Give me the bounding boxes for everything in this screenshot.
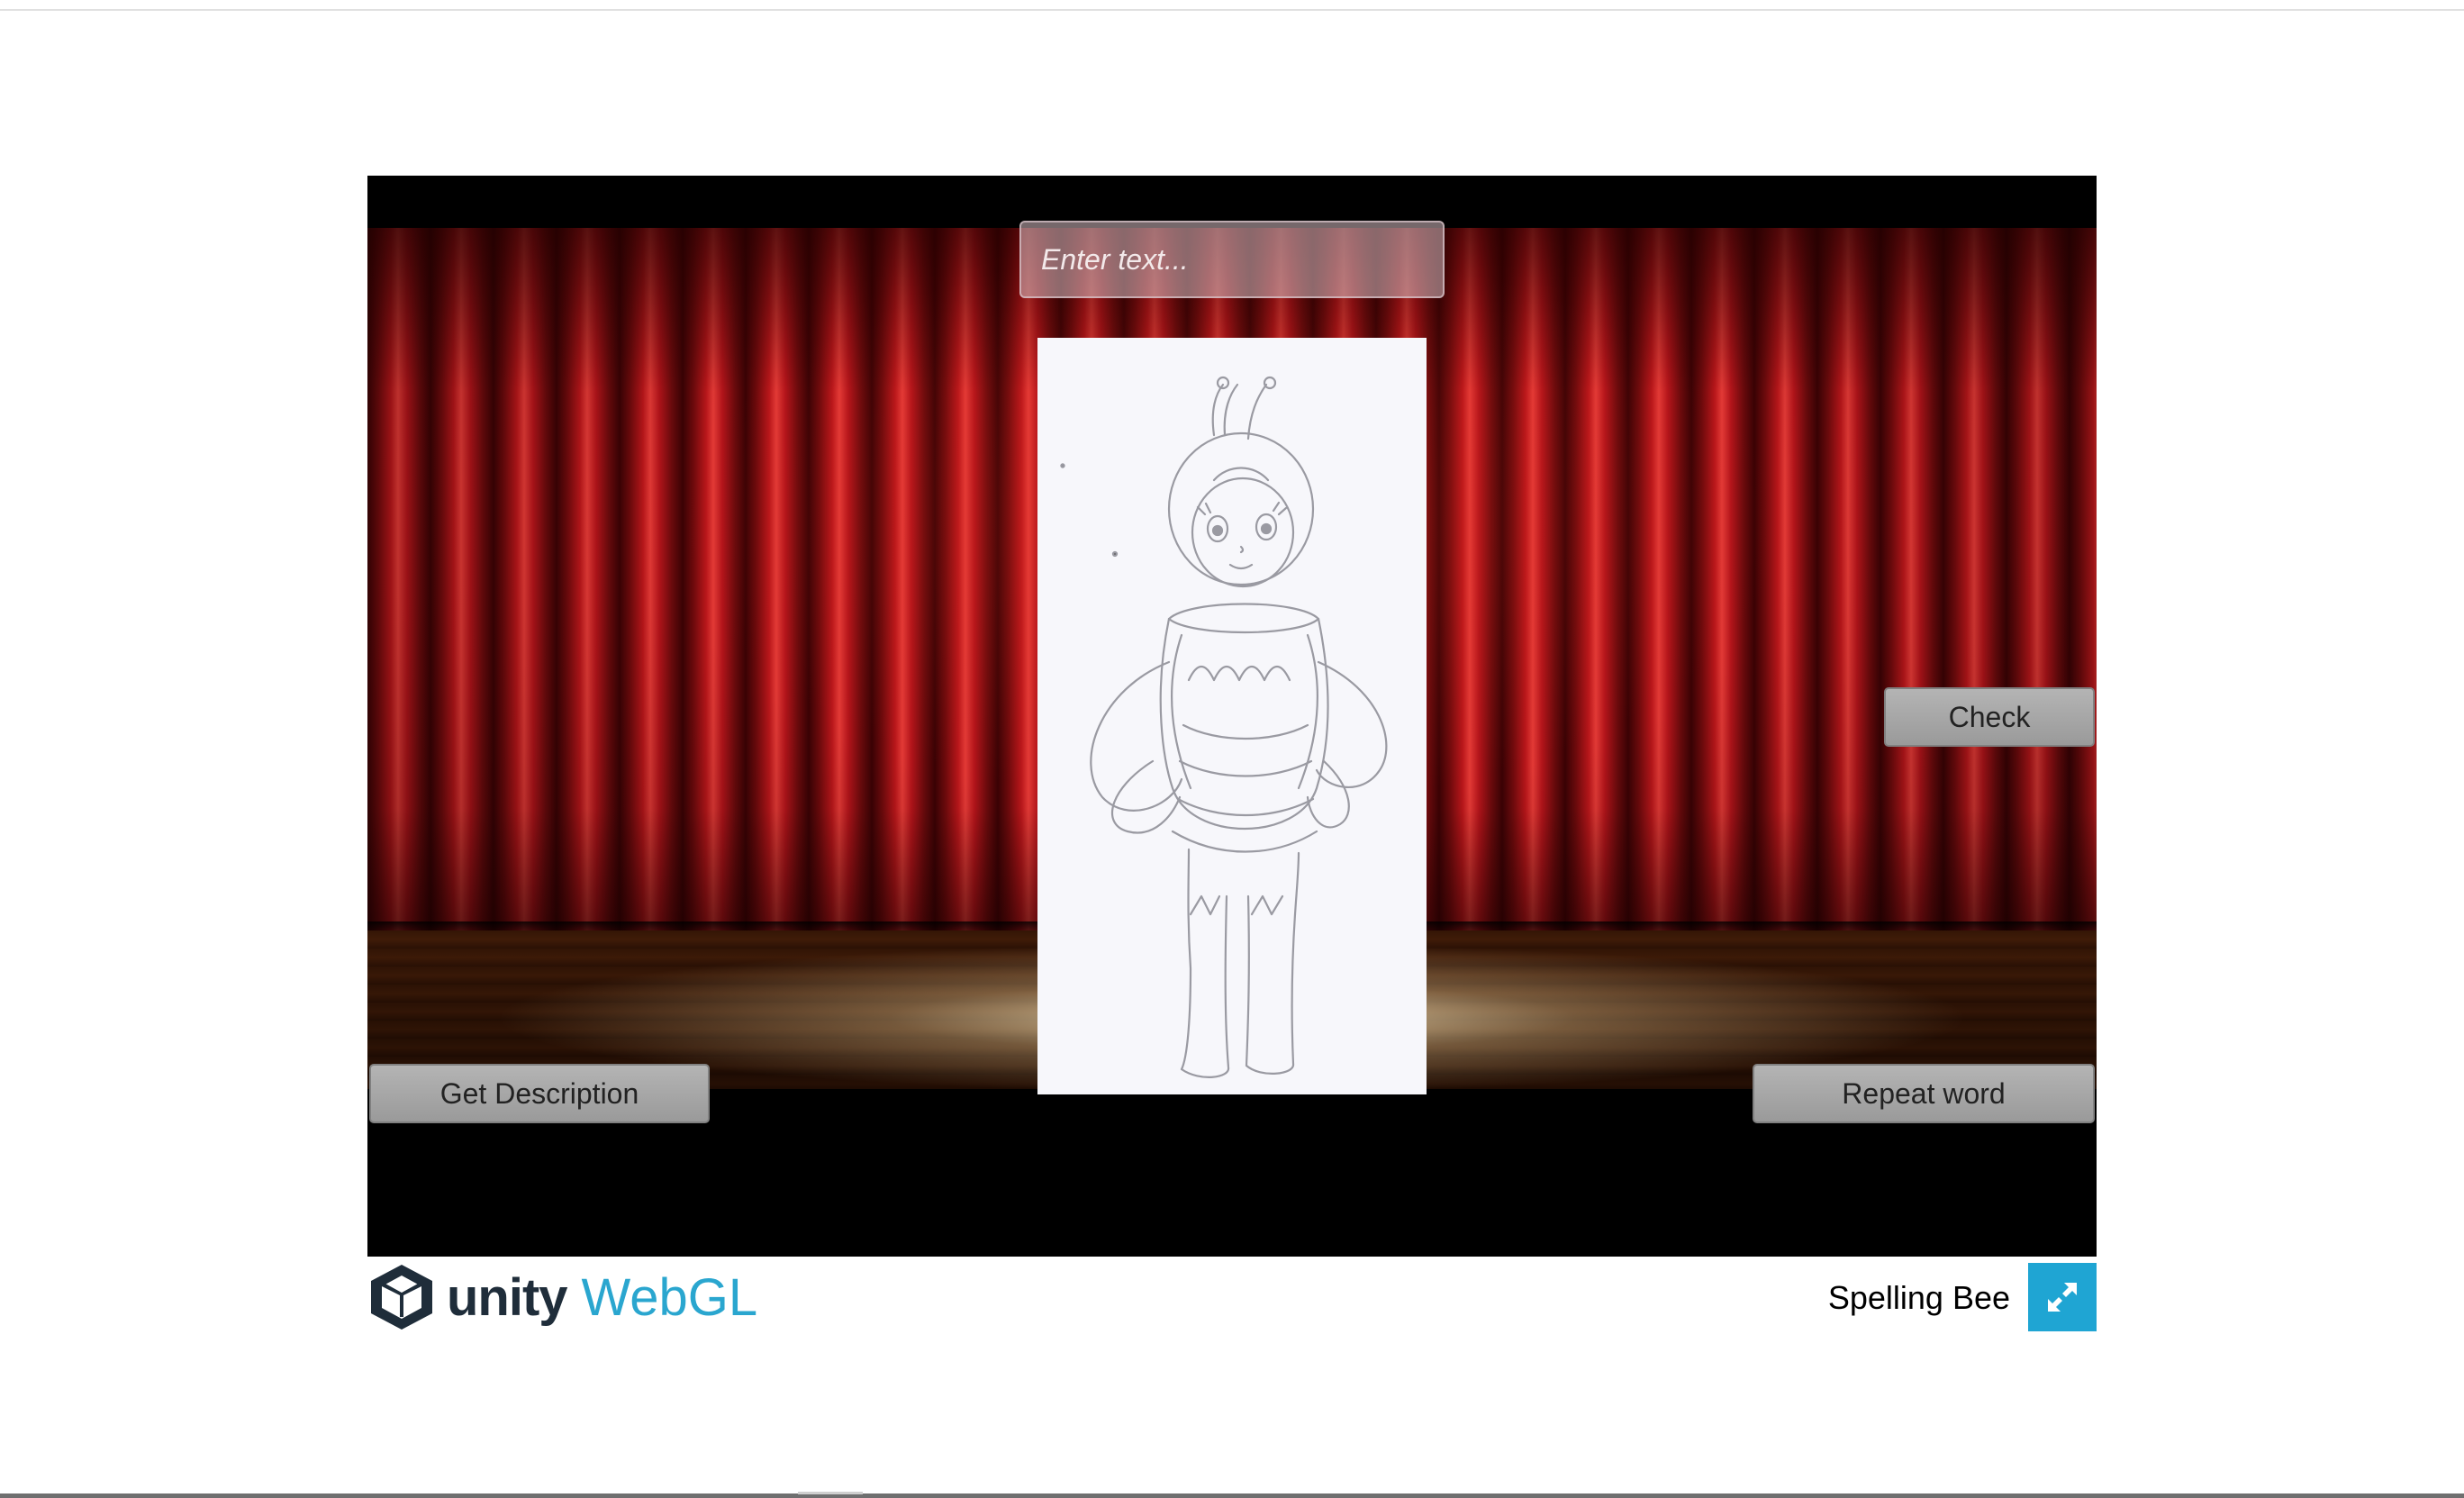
webgl-wordmark: WebGL: [581, 1267, 758, 1327]
bottom-divider-mark: [798, 1492, 863, 1494]
bee-sketch-image: [1060, 376, 1388, 1078]
answer-text-input[interactable]: [1019, 221, 1445, 298]
unity-cube-icon: [371, 1265, 432, 1330]
get-description-button[interactable]: Get Description: [369, 1064, 710, 1123]
build-title: Spelling Bee: [1827, 1279, 2010, 1316]
fullscreen-button[interactable]: [2028, 1263, 2097, 1331]
expand-icon: [2048, 1283, 2077, 1312]
webgl-footer: unity WebGL Spelling Bee: [367, 1261, 2097, 1333]
repeat-word-button[interactable]: Repeat word: [1753, 1064, 2095, 1123]
unity-wordmark: unity: [447, 1267, 568, 1327]
top-divider: [0, 9, 2464, 11]
bottom-divider: [0, 1493, 2464, 1498]
unity-canvas[interactable]: Check Get Description Repeat word: [367, 176, 2097, 1257]
word-picture: [1037, 338, 1427, 1094]
check-button[interactable]: Check: [1884, 687, 2095, 747]
unity-webgl-logo: unity WebGL: [367, 1261, 757, 1333]
